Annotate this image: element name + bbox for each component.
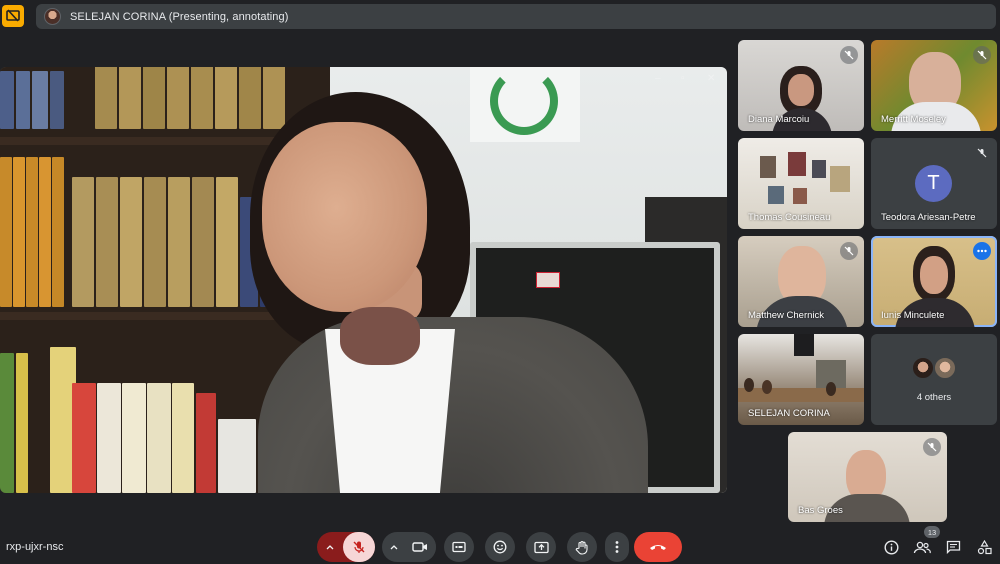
others-avatar [911, 356, 935, 380]
others-count-label: 4 others [916, 392, 952, 403]
raise-hand-button[interactable] [567, 532, 597, 562]
reactions-button[interactable] [485, 532, 515, 562]
participant-tile[interactable]: Merritt Moseley [871, 40, 997, 131]
mic-off-icon [973, 46, 991, 64]
more-options-icon[interactable] [973, 242, 991, 260]
presenter-bar[interactable]: SELEJAN CORINA (Presenting, annotating) [36, 4, 996, 29]
leave-call-button[interactable] [634, 532, 682, 562]
more-options-button[interactable] [605, 532, 629, 562]
maximize-icon[interactable]: ▫ [681, 73, 685, 84]
participant-name: Iunis Minculete [881, 310, 945, 321]
participant-name: SELEJAN CORINA [748, 408, 830, 419]
meet-window: SELEJAN CORINA (Presenting, annotating) [0, 0, 1000, 564]
camera-control-group [382, 532, 436, 562]
meeting-code: rxp-ujxr-nsc [6, 541, 64, 553]
present-now-button[interactable] [526, 532, 556, 562]
chat-icon[interactable] [942, 536, 964, 558]
captions-button[interactable] [444, 532, 474, 562]
participant-tile[interactable]: SELEJAN CORINA [738, 334, 864, 425]
participant-tile-active[interactable]: Iunis Minculete [871, 236, 997, 327]
participant-tile[interactable]: Matthew Chernick [738, 236, 864, 327]
others-tile[interactable]: 4 others [871, 334, 997, 425]
video-settings-chevron-icon[interactable] [382, 532, 406, 562]
participant-tile[interactable]: T Teodora Ariesan-Petre [871, 138, 997, 229]
close-icon[interactable]: ✕ [707, 73, 715, 84]
participant-name: Bas Groes [798, 505, 843, 516]
mic-off-icon [840, 242, 858, 260]
audio-settings-chevron-icon[interactable] [317, 532, 343, 562]
mic-off-icon [975, 146, 989, 160]
participant-name: Thomas Cousineau [748, 212, 831, 223]
presentation-video[interactable]: – ▫ ✕ [0, 67, 727, 493]
minimize-icon[interactable]: – [655, 73, 661, 84]
camera-toggle-button[interactable] [404, 532, 436, 562]
participant-name: Teodora Ariesan-Petre [881, 212, 976, 223]
mic-off-icon [923, 438, 941, 456]
presenter-status-text: SELEJAN CORINA (Presenting, annotating) [70, 10, 289, 23]
presentation-scene [0, 67, 727, 493]
participant-name: Diana Marcoiu [748, 114, 810, 125]
participant-tile[interactable]: Diana Marcoiu [738, 40, 864, 131]
presenting-icon[interactable] [2, 5, 24, 27]
participant-avatar: T [915, 165, 952, 202]
mic-toggle-button[interactable] [343, 532, 375, 562]
others-avatar [933, 356, 957, 380]
participant-name: Matthew Chernick [748, 310, 825, 321]
participant-tile[interactable]: Bas Groes [788, 432, 947, 522]
mic-off-icon [840, 46, 858, 64]
people-icon[interactable] [911, 536, 933, 558]
participant-tile[interactable]: Thomas Cousineau [738, 138, 864, 229]
meeting-details-info-icon[interactable] [880, 536, 902, 558]
mic-control-group [317, 532, 375, 562]
participant-name: Merritt Moseley [881, 114, 946, 125]
presenter-avatar [44, 8, 61, 25]
people-count-badge: 13 [924, 526, 940, 538]
activities-icon[interactable] [973, 536, 995, 558]
